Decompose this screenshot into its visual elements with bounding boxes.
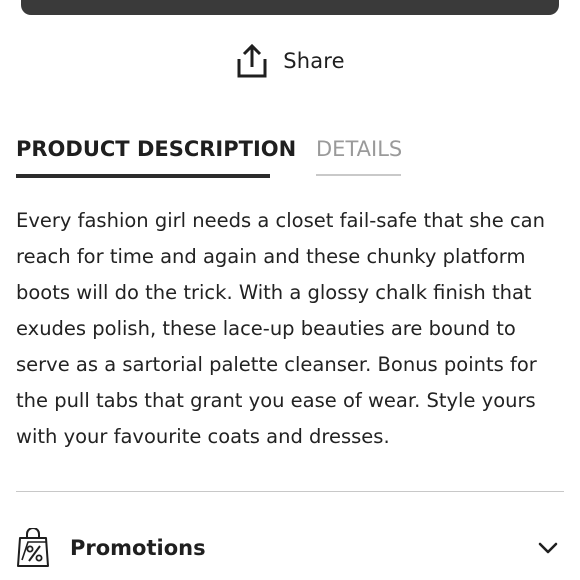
section-divider [16,491,564,492]
product-tabs: PRODUCT DESCRIPTION DETAILS [16,132,564,178]
chevron-down-icon[interactable] [538,542,558,554]
share-upload-icon [235,43,269,79]
percent-bag-icon [16,528,50,568]
product-description-text: Every fashion girl needs a closet fail-s… [16,209,545,448]
promotions-title: Promotions [70,536,206,560]
product-page: Share PRODUCT DESCRIPTION DETAILS Every … [0,0,580,580]
tab-details[interactable]: DETAILS [316,132,402,176]
add-to-bag-button[interactable] [21,0,559,15]
promotions-accordion[interactable]: Promotions [16,526,558,570]
share-button[interactable]: Share [0,42,580,80]
tab-product-description[interactable]: PRODUCT DESCRIPTION [16,132,296,178]
share-label: Share [283,49,345,73]
